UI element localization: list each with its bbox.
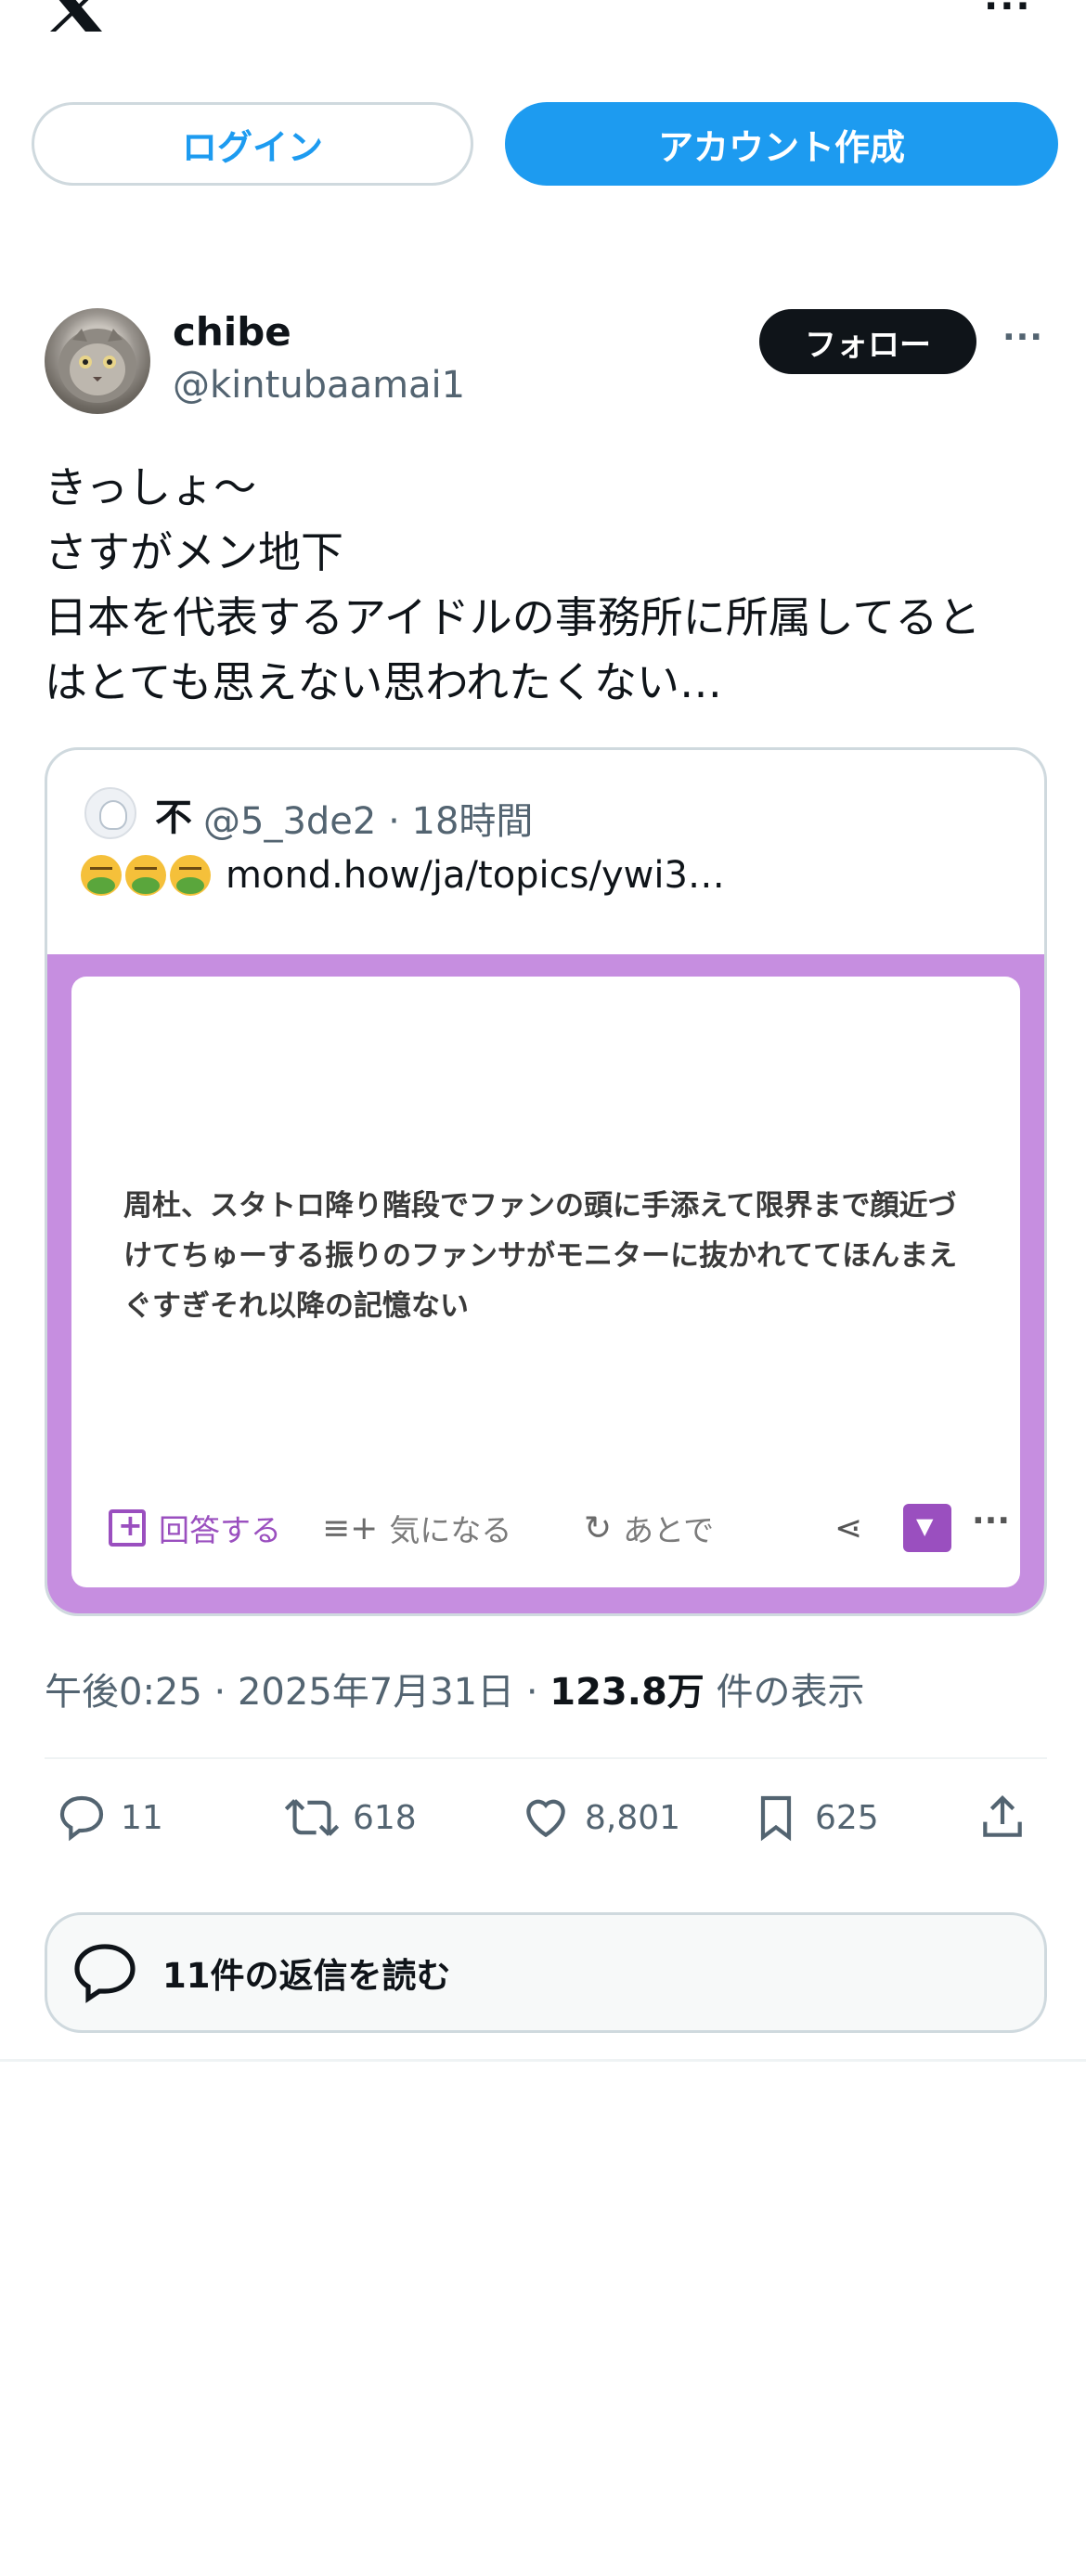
quote-link[interactable]: mond.how/ja/topics/ywi3… — [226, 854, 725, 897]
bookmark-icon — [760, 1795, 792, 1842]
quote-image-actions: 回答する ≡+ 気になる ↻ あとで ⋖ ··· — [109, 1496, 1010, 1561]
auth-buttons: ログイン アカウント作成 — [32, 102, 1058, 186]
nauseated-face-icon — [125, 855, 166, 896]
author-avatar[interactable] — [45, 308, 150, 414]
quote-avatar — [84, 787, 136, 839]
top-bar: ··· — [0, 0, 1086, 56]
action-bar: 11 618 8,801 625 — [45, 1792, 1047, 1857]
reply-count: 11 — [121, 1798, 163, 1837]
nauseated-face-icon — [81, 855, 122, 896]
retweet-icon — [284, 1799, 340, 1836]
image-more-icon: ··· — [972, 1502, 1011, 1540]
archive-icon — [903, 1504, 951, 1552]
x-logo-icon[interactable] — [45, 0, 106, 32]
reply-icon — [59, 1795, 104, 1842]
tweet-text: きっしょ〜 さすがメン地下 日本を代表するアイドルの事務所に所属してると はとて… — [45, 462, 981, 707]
share-network-icon: ⋖ — [834, 1509, 863, 1547]
like-count: 8,801 — [585, 1798, 681, 1837]
quote-image[interactable]: 周杜、スタトロ降り階段でファンの頭に手添えて限界まで顔近づけてちゅーする振りのフ… — [47, 954, 1044, 1613]
views-label: 件の表示 — [704, 1671, 865, 1714]
clock-icon: ↻ — [584, 1508, 613, 1547]
quote-author-meta: @5_3de2 · 18時間 — [203, 800, 534, 843]
nauseated-face-icon — [170, 855, 211, 896]
later-action: ↻ あとで — [584, 1506, 714, 1550]
views-count: 123.8万 — [549, 1671, 705, 1714]
read-replies-button[interactable]: 11件の返信を読む — [45, 1912, 1047, 2033]
quoted-post[interactable]: 不 @5_3de2 · 18時間 mond.how/ja/topics/ywi3… — [45, 747, 1047, 1616]
quote-author-name: 不 — [155, 796, 192, 839]
author-name[interactable]: chibe — [173, 309, 291, 355]
reply-button[interactable]: 11 — [56, 1792, 163, 1844]
bookmark-button[interactable]: 625 — [750, 1792, 879, 1844]
answer-action: 回答する — [109, 1506, 281, 1550]
divider — [45, 1757, 1047, 1759]
read-replies-label: 11件の返信を読む — [162, 1956, 451, 1996]
retweet-button[interactable]: 618 — [284, 1792, 417, 1844]
later-label: あとで — [623, 1512, 715, 1548]
share-icon — [983, 1795, 1022, 1837]
heart-icon — [526, 1799, 565, 1838]
login-button[interactable]: ログイン — [32, 102, 473, 186]
quote-text: mond.how/ja/topics/ywi3… — [81, 854, 725, 897]
cat-avatar-icon — [58, 329, 136, 403]
answer-icon — [109, 1508, 146, 1547]
post-meta: 午後0:25 · 2025年7月31日 · 123.8万 件の表示 — [45, 1662, 865, 1715]
interest-label: 気になる — [389, 1512, 512, 1548]
playlist-add-icon: ≡+ — [322, 1508, 379, 1547]
quote-image-text: 周杜、スタトロ降り階段でファンの頭に手添えて限界まで顔近づけてちゅーする振りのフ… — [123, 1189, 958, 1323]
signup-button[interactable]: アカウント作成 — [505, 102, 1058, 186]
speech-bubble-icon — [74, 1944, 136, 2003]
bookmark-count: 625 — [815, 1798, 879, 1837]
post-timestamp[interactable]: 午後0:25 · 2025年7月31日 · — [45, 1671, 549, 1714]
author-handle[interactable]: @kintubaamai1 — [173, 364, 465, 407]
answer-label: 回答する — [159, 1512, 281, 1548]
divider — [0, 2059, 1086, 2062]
like-button[interactable]: 8,801 — [520, 1792, 680, 1844]
quote-image-card: 周杜、スタトロ降り階段でファンの頭に手添えて限界まで顔近づけてちゅーする振りのフ… — [71, 977, 1020, 1587]
post-more-icon[interactable]: ··· — [1002, 318, 1043, 356]
more-icon[interactable]: ··· — [984, 0, 1032, 28]
retweet-count: 618 — [353, 1798, 417, 1837]
follow-button[interactable]: フォロー — [759, 309, 976, 374]
interest-action: ≡+ 気になる — [322, 1506, 511, 1550]
share-button[interactable] — [976, 1792, 1041, 1844]
